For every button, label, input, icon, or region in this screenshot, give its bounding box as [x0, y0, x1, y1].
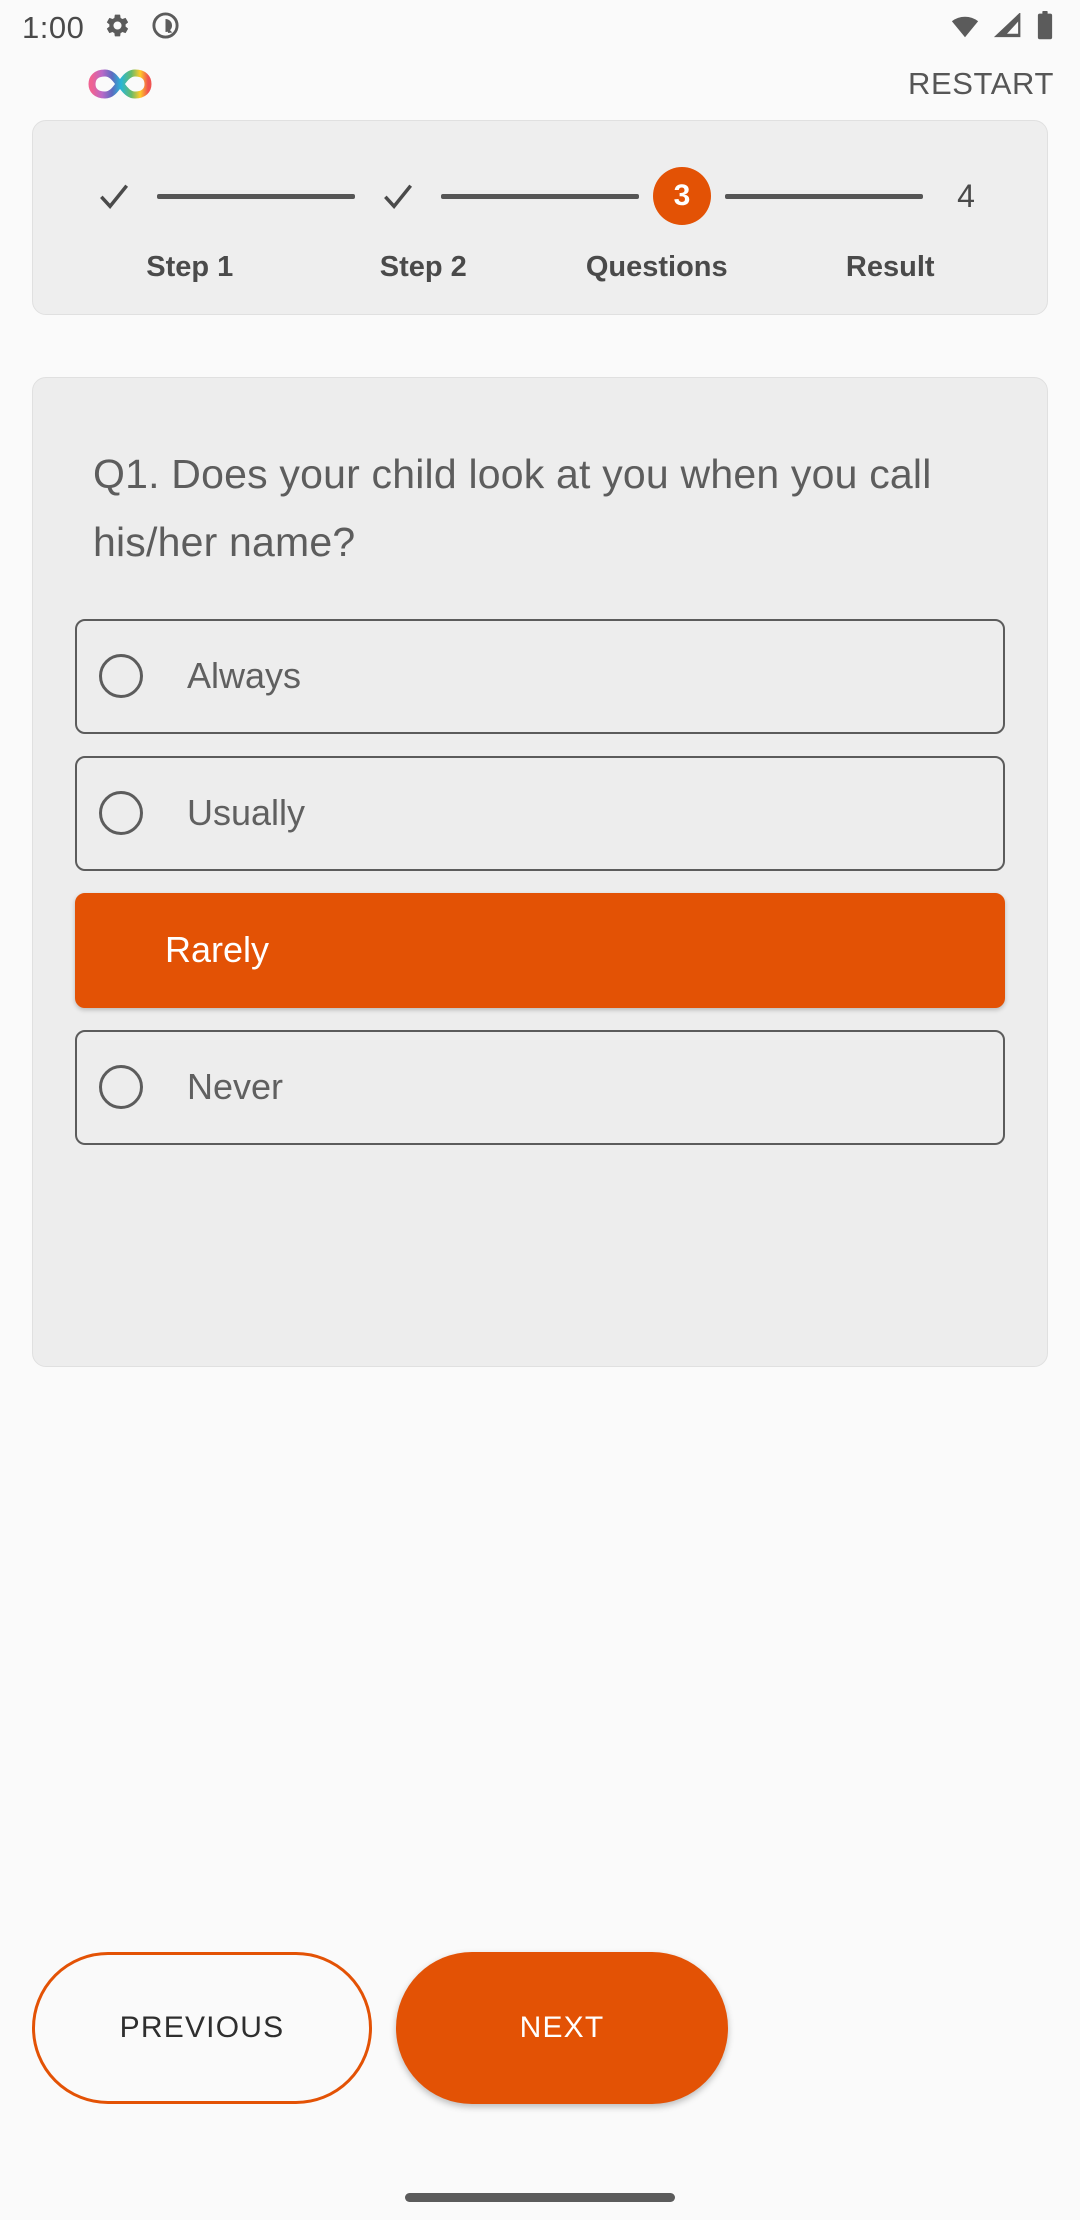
restart-button[interactable]: RESTART [908, 66, 1054, 102]
radio-icon [99, 654, 143, 699]
option-label: Rarely [165, 929, 270, 971]
step-label-4: Result [845, 251, 935, 283]
step-node-1[interactable] [85, 167, 143, 225]
footer-buttons: PREVIOUS NEXT [0, 1952, 1080, 2104]
signal-icon [993, 11, 1023, 44]
android-q-icon [151, 11, 180, 45]
home-gesture-pill[interactable] [405, 2192, 675, 2202]
radio-icon [99, 1065, 143, 1110]
status-bar-right [950, 11, 1054, 45]
app-bar: RESTART [0, 56, 1080, 112]
step-label-3: Questions [585, 251, 728, 283]
option-label: Usually [187, 792, 306, 834]
question-card: Q1. Does your child look at you when you… [32, 377, 1048, 1367]
answer-options: Always Usually Rarely Never [75, 618, 1005, 1145]
option-label: Never [187, 1066, 284, 1108]
gear-icon [104, 12, 131, 44]
battery-icon [1036, 11, 1054, 45]
previous-button[interactable]: PREVIOUS [32, 1952, 372, 2104]
stepper-indicators: 3 4 [33, 167, 1047, 225]
status-bar: 1:00 [0, 0, 1080, 56]
next-button[interactable]: NEXT [396, 1952, 728, 2104]
step-label-1: Step 1 [146, 251, 234, 283]
step-connector-3 [725, 193, 923, 199]
step-connector-2 [441, 193, 639, 199]
wifi-icon [950, 13, 980, 44]
check-icon [100, 184, 129, 209]
option-always[interactable]: Always [75, 618, 1005, 734]
system-nav-bar [0, 2152, 1080, 2220]
status-time: 1:00 [22, 10, 85, 45]
option-rarely[interactable]: Rarely [75, 892, 1005, 1008]
question-text: Q1. Does your child look at you when you… [93, 451, 932, 566]
step-node-2[interactable] [369, 167, 427, 225]
option-never[interactable]: Never [75, 1029, 1005, 1145]
radio-icon [99, 791, 143, 836]
option-label: Always [187, 655, 302, 697]
stepper-card: 3 4 Step 1 Step 2 Questions Result [32, 120, 1048, 315]
status-bar-left: 1:00 [22, 10, 180, 46]
option-usually[interactable]: Usually [75, 755, 1005, 871]
step-node-3[interactable]: 3 [653, 167, 711, 225]
step-node-4[interactable]: 4 [937, 167, 995, 225]
check-icon [384, 184, 413, 209]
stepper-labels: Step 1 Step 2 Questions Result [33, 251, 1047, 284]
infinity-rainbow-logo-icon [88, 67, 152, 101]
step-connector-1 [157, 193, 355, 199]
step-label-2: Step 2 [379, 251, 467, 283]
